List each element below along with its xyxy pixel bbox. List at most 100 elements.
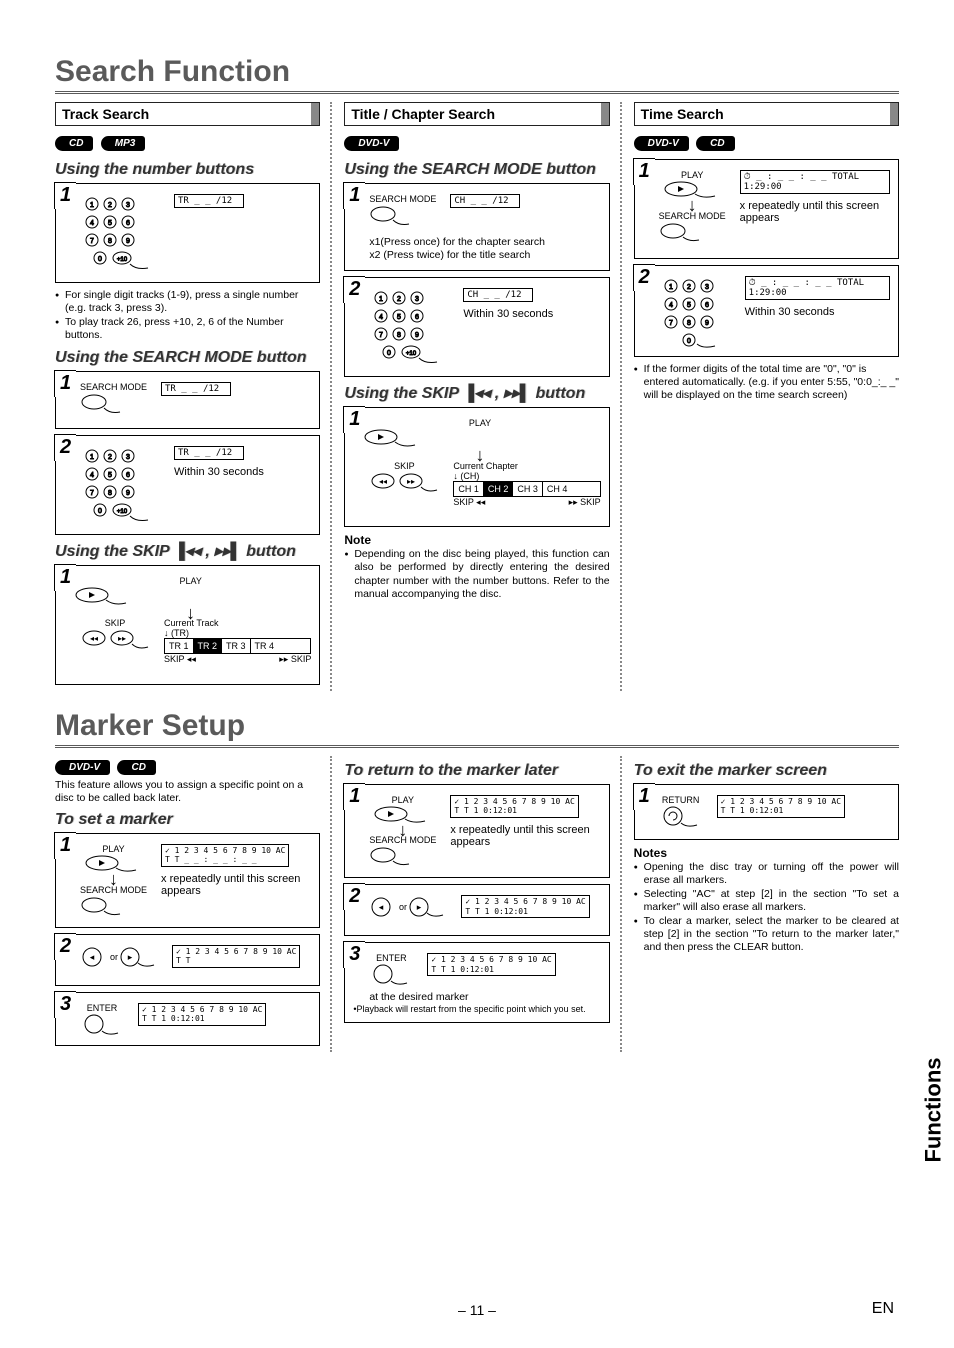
marker-display: ✓ 1 2 3 4 5 6 7 8 9 10 AC T T 1 0:12:01: [427, 953, 555, 976]
set-step2: 2 ◂ or ▸ ✓ 1 2 3 4 5 6 7 8 9 10 AC T T: [55, 934, 320, 986]
svg-text:5: 5: [687, 302, 691, 309]
svg-text:▸: ▸: [128, 952, 133, 962]
svg-text:2: 2: [108, 202, 112, 209]
set-marker-title: To set a marker: [55, 811, 320, 829]
ch-cell-active: CH 2: [484, 482, 514, 496]
svg-text:9: 9: [415, 332, 419, 339]
tc-note: Depending on the disc being played, this…: [344, 548, 609, 601]
step-number: 3: [343, 941, 365, 968]
search-mode-label: SEARCH MODE: [369, 194, 436, 204]
search-mode-label: SEARCH MODE: [80, 382, 147, 392]
ch-display: CH _ _ /12: [450, 194, 520, 208]
svg-text:5: 5: [108, 220, 112, 227]
badge-cd: CD: [117, 760, 155, 775]
skip-left-label: SKIP ◂◂: [164, 654, 196, 665]
current-track-label: Current Track↓ (TR): [164, 618, 311, 638]
within-label: Within 30 seconds: [174, 466, 311, 478]
tr-cell: TR 4: [251, 639, 279, 653]
play-label: PLAY: [369, 795, 436, 805]
playback-note: Playback will restart from the specific …: [356, 1004, 585, 1014]
step-number: 2: [343, 883, 365, 910]
ch-cell: CH 1: [454, 482, 484, 496]
exit-step1: 1 RETURN ✓ 1 2 3 4 5 6 7 8 9 10 AC T T 1…: [634, 784, 899, 840]
step-number: 1: [343, 406, 365, 433]
svg-text:4: 4: [669, 302, 673, 309]
track-num-step1: 1 1 2 3 4 5 6 7 8 9: [55, 183, 320, 283]
marker-display: ✓ 1 2 3 4 5 6 7 8 9 10 AC T T 1 0:12:01: [461, 895, 589, 918]
return-label: RETURN: [659, 795, 703, 805]
play-label: PLAY: [80, 844, 147, 854]
time-step1: 1 PLAY ↓ SEARCH MODE ⏱ _ : _ _ : _ _ TOT…: [634, 159, 899, 259]
step-number: 1: [343, 783, 365, 810]
svg-text:▸▸: ▸▸: [407, 477, 415, 486]
skip-right-label: ▸▸ SKIP: [569, 497, 601, 508]
search-mode-label: SEARCH MODE: [369, 835, 436, 845]
track-display: TR _ _ /12: [161, 382, 231, 396]
svg-text:8: 8: [108, 490, 112, 497]
svg-text:9: 9: [126, 490, 130, 497]
svg-text:3: 3: [705, 284, 709, 291]
repeat-hint: x repeatedly until this screen appears: [450, 824, 600, 848]
repeat-hint: x repeatedly until this screen appears: [740, 200, 890, 224]
return-marker-title: To return to the marker later: [344, 762, 609, 780]
step-number: 1: [54, 832, 76, 859]
marker-display: ✓ 1 2 3 4 5 6 7 8 9 10 AC T T _ _ : _ _ …: [161, 844, 289, 867]
svg-text:4: 4: [90, 472, 94, 479]
badge-dvd: DVD-V: [634, 136, 689, 151]
track-skip-step1: 1 PLAY ↓ SKIP ◂◂ ▸▸ Current Track↓ (TR): [55, 565, 320, 685]
svg-text:2: 2: [397, 296, 401, 303]
play-label: PLAY: [659, 170, 726, 180]
svg-text:◂◂: ◂◂: [379, 477, 387, 486]
current-chapter-label: Current Chapter↓ (CH): [453, 461, 600, 481]
svg-text:0: 0: [98, 508, 102, 515]
tr-cell: TR 1: [165, 639, 194, 653]
skip-prev-icon: ▐◂◂: [463, 385, 490, 402]
marker-col-set: DVD-V CD This feature allows you to assi…: [55, 756, 332, 1052]
remote-button-icon: [659, 221, 703, 245]
left-right-buttons-icon: ◂ or ▸: [80, 945, 158, 971]
svg-text:4: 4: [90, 220, 94, 227]
arrow-down-icon: ↓: [369, 825, 436, 836]
tc-sm-step1: 1 SEARCH MODE CH _ _ /12 x1(Press once) …: [344, 183, 609, 271]
time-display: ⏱ _ : _ _ : _ _ TOTAL 1:29:00: [745, 276, 890, 300]
svg-text:5: 5: [397, 314, 401, 321]
tc-sm-step2: 2 1 2 3 4 5 6 7 8 9: [344, 277, 609, 377]
side-tab: Functions: [914, 1000, 954, 1220]
marker-badges: DVD-V CD: [55, 756, 320, 779]
step-number: 1: [343, 182, 365, 209]
marker-display: ✓ 1 2 3 4 5 6 7 8 9 10 AC T T: [172, 945, 300, 968]
skip-right-label: ▸▸ SKIP: [279, 654, 311, 665]
svg-text:3: 3: [126, 202, 130, 209]
arrow-down-icon: ↓: [659, 200, 726, 211]
svg-text:4: 4: [379, 314, 383, 321]
track-skip-title: Using the SKIP ▐◂◂ , ▸▸▌ button: [55, 541, 320, 561]
play-label: PLAY: [70, 576, 311, 586]
remote-button-icon: [369, 204, 413, 232]
track-sm-step1: 1 SEARCH MODE TR _ _ /12: [55, 371, 320, 429]
skip-buttons-icon: ◂◂ ▸▸: [369, 471, 439, 497]
marker-display: ✓ 1 2 3 4 5 6 7 8 9 10 AC T T 1 0:12:01: [450, 795, 578, 818]
svg-text:7: 7: [669, 320, 673, 327]
time-search-header: Time Search: [634, 102, 899, 126]
keypad-icon: 1 2 3 4 5 6 7 8 9 0 +10: [80, 194, 160, 274]
note-text: Opening the disc tray or turning off the…: [634, 861, 899, 887]
marker-col-exit: To exit the marker screen 1 RETURN ✓ 1 2…: [634, 756, 899, 1052]
badge-dvd: DVD-V: [55, 760, 110, 775]
svg-text:3: 3: [126, 454, 130, 461]
step-number: 2: [633, 264, 655, 291]
arrow-down-icon: ↓: [70, 608, 311, 619]
svg-text:7: 7: [379, 332, 383, 339]
label: button: [531, 385, 585, 402]
at-desired-marker: at the desired marker: [369, 991, 600, 1004]
svg-text:◂◂: ◂◂: [90, 634, 98, 643]
time-step2: 2 1 2 3 4 5 6 7 8 9: [634, 265, 899, 357]
time-badges: DVD-V CD: [634, 132, 899, 155]
time-display: ⏱ _ : _ _ : _ _ TOTAL 1:29:00: [740, 170, 890, 194]
remote-button-icon: [369, 845, 413, 869]
play-button-icon: [70, 586, 130, 608]
svg-text:1: 1: [90, 454, 94, 461]
tr-cell-active: TR 2: [194, 639, 223, 653]
remote-button-icon: [80, 895, 124, 919]
tc-badges: DVD-V: [344, 132, 609, 155]
svg-text:1: 1: [379, 296, 383, 303]
